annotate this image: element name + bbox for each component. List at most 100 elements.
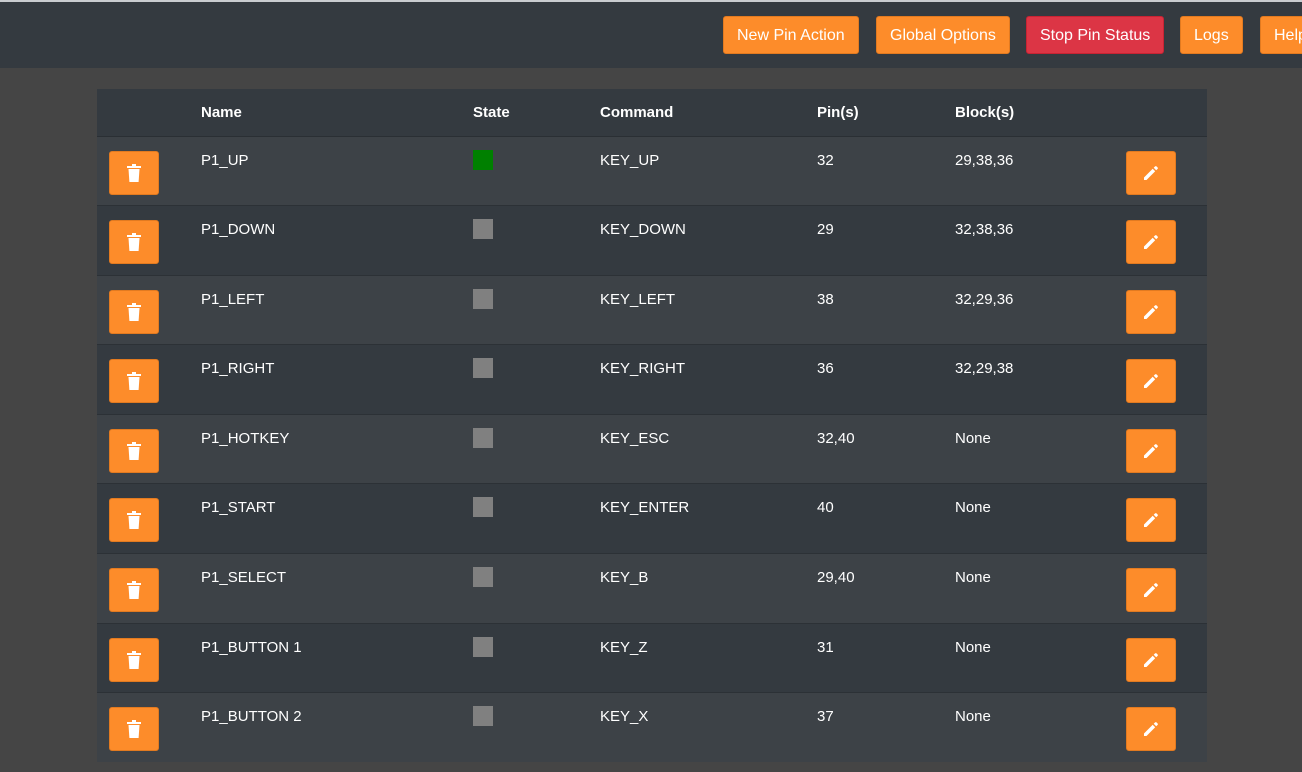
help-button[interactable]: Help — [1260, 16, 1302, 54]
table-row: P1_UP KEY_UP 32 29,38,36 — [97, 135, 1207, 206]
pin-numbers: 37 — [817, 708, 834, 726]
pin-name: P1_RIGHT — [201, 360, 275, 378]
pin-numbers: 29,40 — [817, 569, 855, 587]
blocks-cell: None — [955, 413, 1126, 484]
edit-button[interactable] — [1126, 568, 1176, 613]
state-cell — [473, 205, 600, 276]
delete-button[interactable] — [109, 568, 159, 613]
top-navbar: New Pin Action Global Options Stop Pin S… — [0, 0, 1302, 68]
trash-icon — [127, 581, 141, 600]
pin-name: P1_LEFT — [201, 290, 265, 308]
trash-icon — [127, 511, 141, 530]
pin-name: P1_BUTTON 2 — [201, 708, 302, 726]
name-cell: P1_UP — [201, 135, 473, 206]
delete-button[interactable] — [109, 637, 159, 682]
pin-actions-table: Name State Command Pin(s) Block(s) P1_UP… — [97, 89, 1207, 763]
pin-numbers: 31 — [817, 638, 834, 656]
pencil-icon — [1144, 652, 1158, 667]
pin-blocks: None — [955, 499, 991, 517]
pencil-icon — [1144, 374, 1158, 389]
state-cell — [473, 622, 600, 693]
header-edit — [1126, 89, 1207, 137]
state-indicator — [473, 219, 493, 240]
edit-cell — [1126, 135, 1207, 206]
table-row: P1_SELECT KEY_B 29,40 None — [97, 553, 1207, 624]
delete-cell — [97, 692, 201, 763]
edit-cell — [1126, 344, 1207, 415]
name-cell: P1_DOWN — [201, 205, 473, 276]
name-cell: P1_SELECT — [201, 553, 473, 624]
trash-icon — [127, 233, 141, 252]
pin-blocks: 29,38,36 — [955, 151, 1014, 169]
edit-button[interactable] — [1126, 428, 1176, 473]
blocks-cell: 29,38,36 — [955, 135, 1126, 206]
delete-button[interactable] — [109, 220, 159, 265]
table-header-row: Name State Command Pin(s) Block(s) — [97, 89, 1207, 137]
blocks-cell: None — [955, 553, 1126, 624]
name-cell: P1_LEFT — [201, 274, 473, 345]
delete-button[interactable] — [109, 428, 159, 473]
delete-cell — [97, 135, 201, 206]
blocks-cell: 32,38,36 — [955, 205, 1126, 276]
edit-cell — [1126, 413, 1207, 484]
edit-cell — [1126, 622, 1207, 693]
global-options-button[interactable]: Global Options — [876, 16, 1010, 54]
stop-pin-status-button[interactable]: Stop Pin Status — [1026, 16, 1165, 54]
pins-cell: 32,40 — [817, 413, 955, 484]
trash-icon — [127, 650, 141, 669]
pin-name: P1_BUTTON 1 — [201, 638, 302, 656]
delete-button[interactable] — [109, 289, 159, 334]
delete-cell — [97, 483, 201, 554]
pin-numbers: 38 — [817, 290, 834, 308]
pencil-icon — [1144, 513, 1158, 528]
pin-command: KEY_ENTER — [600, 499, 690, 517]
delete-button[interactable] — [109, 498, 159, 543]
pin-command: KEY_RIGHT — [600, 360, 686, 378]
pencil-icon — [1144, 583, 1158, 598]
name-cell: P1_HOTKEY — [201, 413, 473, 484]
name-cell: P1_BUTTON 1 — [201, 622, 473, 693]
edit-cell — [1126, 483, 1207, 554]
header-pins: Pin(s) — [817, 89, 955, 137]
command-cell: KEY_Z — [600, 622, 817, 693]
state-indicator — [473, 567, 493, 588]
command-cell: KEY_ENTER — [600, 483, 817, 554]
pencil-icon — [1144, 165, 1158, 180]
header-delete — [97, 89, 201, 137]
header-blocks: Block(s) — [955, 89, 1126, 137]
name-cell: P1_BUTTON 2 — [201, 692, 473, 763]
blocks-cell: None — [955, 622, 1126, 693]
pin-blocks: None — [955, 569, 991, 587]
trash-icon — [127, 441, 141, 460]
delete-button[interactable] — [109, 359, 159, 404]
header-state: State — [473, 89, 600, 137]
edit-button[interactable] — [1126, 289, 1176, 334]
new-pin-action-button[interactable]: New Pin Action — [723, 16, 859, 54]
pin-name: P1_HOTKEY — [201, 429, 290, 447]
blocks-cell: None — [955, 692, 1126, 763]
state-indicator — [473, 497, 493, 518]
pin-name: P1_START — [201, 499, 276, 517]
edit-button[interactable] — [1126, 637, 1176, 682]
command-cell: KEY_B — [600, 553, 817, 624]
edit-button[interactable] — [1126, 150, 1176, 195]
edit-button[interactable] — [1126, 498, 1176, 543]
pin-blocks: None — [955, 638, 991, 656]
delete-button[interactable] — [109, 150, 159, 195]
logs-button[interactable]: Logs — [1180, 16, 1243, 54]
delete-button[interactable] — [109, 707, 159, 752]
pin-blocks: None — [955, 429, 991, 447]
pins-cell: 31 — [817, 622, 955, 693]
state-cell — [473, 344, 600, 415]
trash-icon — [127, 720, 141, 739]
pencil-icon — [1144, 722, 1158, 737]
pins-cell: 37 — [817, 692, 955, 763]
name-cell: P1_START — [201, 483, 473, 554]
edit-button[interactable] — [1126, 707, 1176, 752]
edit-cell — [1126, 553, 1207, 624]
edit-button[interactable] — [1126, 220, 1176, 265]
pin-numbers: 32,40 — [817, 429, 855, 447]
pencil-icon — [1144, 443, 1158, 458]
delete-cell — [97, 413, 201, 484]
edit-button[interactable] — [1126, 359, 1176, 404]
